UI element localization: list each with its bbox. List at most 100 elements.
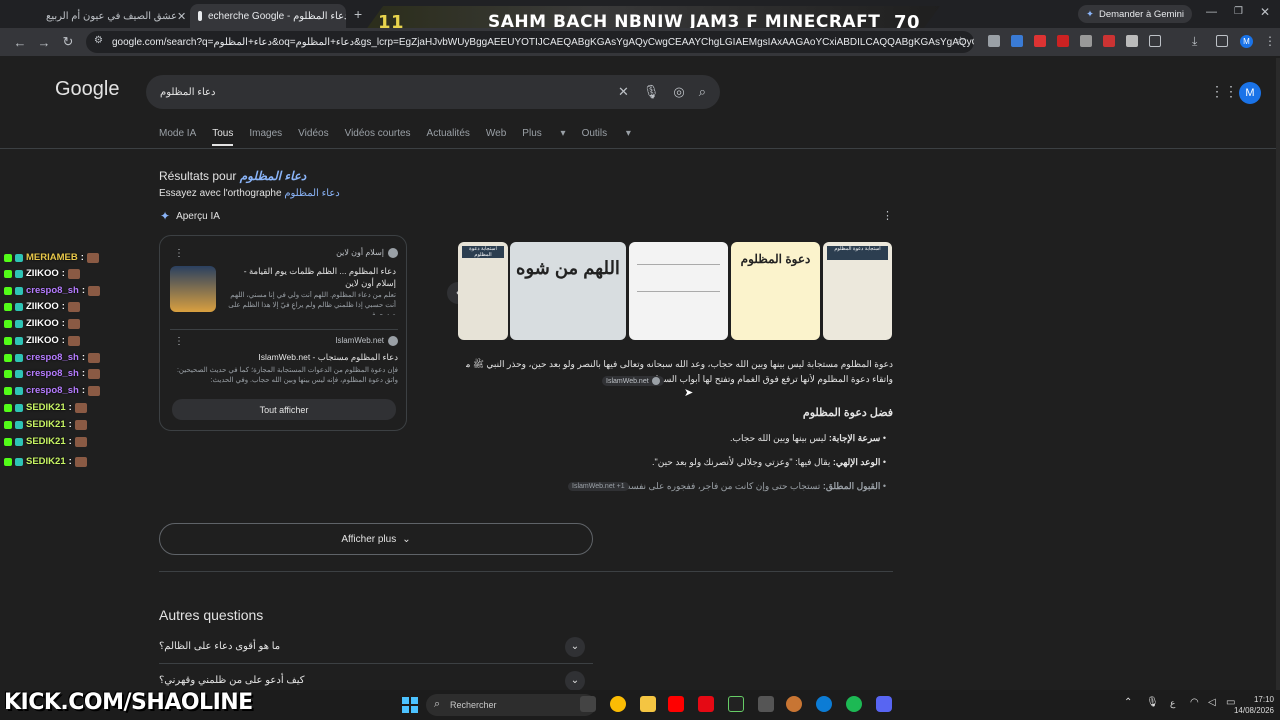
close-window-icon[interactable]: ✕ <box>1260 5 1270 19</box>
close-tab-icon[interactable]: ✕ <box>177 10 186 23</box>
chat-message: ZIIKOO: <box>4 318 80 329</box>
clear-search-icon[interactable]: ✕ <box>618 84 629 100</box>
image-caption: استجابة دعوة المظلوم <box>462 246 504 258</box>
ai-image-thumbnail[interactable]: دعوة المظلوم <box>731 242 820 340</box>
extensions-puzzle-icon[interactable] <box>1149 35 1161 47</box>
source-item[interactable]: ⋮ IslamWeb.net دعاء المظلوم مستجاب - Isl… <box>170 336 398 392</box>
extension-icon[interactable] <box>1034 35 1046 47</box>
show-all-sources-button[interactable]: Tout afficher <box>172 399 396 420</box>
youtube-icon[interactable] <box>668 696 684 712</box>
menu-dots-icon[interactable]: ⋮ <box>1264 34 1276 48</box>
chevron-down-icon[interactable]: ⌄ <box>565 670 585 690</box>
tray-mic-icon[interactable]: 🎙 <box>1146 697 1159 708</box>
browser-tab-google[interactable]: echerche Google - دعاء المظلوم ✕ <box>190 4 346 28</box>
chat-emote-icon <box>87 285 100 296</box>
download-icon[interactable]: ⤓ <box>1192 34 1197 49</box>
search-icon[interactable]: ⌕ <box>699 84 706 100</box>
search-input[interactable]: دعاء المظلوم ✕ 🎙 ◎ ⌕ <box>146 75 720 109</box>
app-icon[interactable] <box>728 696 744 712</box>
tab-more[interactable]: Plus ▾ <box>522 128 565 139</box>
ai-image-thumbnail[interactable]: اللهم من شوه <box>510 242 626 340</box>
chat-message: crespo8_sh: <box>4 352 100 363</box>
gemini-button[interactable]: ✦ Demander à Gemini <box>1078 5 1192 23</box>
netflix-icon[interactable] <box>698 696 714 712</box>
tab-all[interactable]: Tous <box>212 128 234 146</box>
show-more-label: Afficher plus <box>341 533 397 545</box>
google-logo[interactable]: Google <box>55 78 120 101</box>
chevron-down-icon[interactable]: ⌄ <box>565 636 585 657</box>
taskbar-search-box[interactable]: ⌕ Rechercher <box>426 694 596 716</box>
address-bar[interactable]: ⚙ google.com/search?q=دعاء+المظلوم&oq=دع… <box>86 31 974 53</box>
chat-badge-icon <box>4 336 12 345</box>
tab-mode-ia[interactable]: Mode IA <box>159 128 196 139</box>
spotify-icon[interactable] <box>846 696 862 712</box>
reload-icon[interactable]: ↻ <box>56 30 80 54</box>
google-account-avatar[interactable]: M <box>1239 82 1261 104</box>
google-results-page: Google دعاء المظلوم ✕ 🎙 ◎ ⌕ ⋮⋮ M Mode IA… <box>0 58 1276 690</box>
corrected-query-link[interactable]: دعاء المظلوم <box>240 169 307 183</box>
lens-icon[interactable]: ◎ <box>673 84 684 100</box>
ai-sparkle-icon: ✦ <box>160 209 171 223</box>
chat-username: crespo8_sh <box>26 368 79 379</box>
extension-icon[interactable] <box>1103 35 1115 47</box>
source-item[interactable]: ⋮ إسلام أون لاين دعاء المظلوم ... الظلم … <box>170 248 398 330</box>
bookmark-star-icon[interactable]: ☆ <box>955 34 966 48</box>
question-text: ما هو أقوى دعاء على الظالم؟ <box>159 641 281 652</box>
tab-tools[interactable]: Outils ▾ <box>582 128 631 139</box>
chrome-icon[interactable] <box>610 696 626 712</box>
ai-paragraph-line-1: دعوة المظلوم مستجابة ليس بينها وبين الله… <box>466 358 893 372</box>
tab-images[interactable]: Images <box>249 128 282 139</box>
extension-icon[interactable] <box>1080 35 1092 47</box>
source-menu-icon[interactable]: ⋮ <box>174 336 184 347</box>
extension-icon[interactable] <box>988 35 1000 47</box>
apps-grid-icon[interactable]: ⋮⋮ <box>1210 83 1238 100</box>
sidebar-toggle-icon[interactable] <box>1216 35 1228 47</box>
app-icon[interactable] <box>758 696 774 712</box>
page-scrollbar[interactable] <box>1276 58 1280 690</box>
taskbar-clock[interactable]: 17:10 14/08/2026 <box>1226 694 1274 716</box>
profile-avatar[interactable]: M <box>1240 35 1253 48</box>
browser-tab-youtube[interactable]: عشق الصيف في عيون أم الربيع ✕ <box>32 4 188 28</box>
restore-icon[interactable]: ❐ <box>1234 6 1243 17</box>
language-indicator[interactable]: ع <box>1170 698 1175 709</box>
wifi-icon[interactable]: ◠ <box>1190 697 1199 708</box>
app-icon[interactable] <box>786 696 802 712</box>
discord-icon[interactable] <box>876 696 892 712</box>
ai-image-thumbnail[interactable] <box>629 242 728 340</box>
extension-icon[interactable] <box>1057 35 1069 47</box>
question-item[interactable]: ما هو أقوى دعاء على الظالم؟ ⌄ <box>159 630 593 664</box>
back-icon[interactable]: ← <box>8 30 32 54</box>
bullet-text: يقال فيها: "وعزتي وجلالي لأنصرنك ولو بعد… <box>652 457 833 467</box>
chevron-down-icon: ⌄ <box>402 533 411 545</box>
tab-videos[interactable]: Vidéos <box>298 128 328 139</box>
new-tab-icon[interactable]: + <box>354 6 362 22</box>
forward-icon[interactable]: → <box>32 30 56 54</box>
show-more-button[interactable]: Afficher plus ⌄ <box>159 523 593 555</box>
chat-emote-icon <box>87 385 100 396</box>
edge-icon[interactable] <box>816 696 832 712</box>
tray-chevron-icon[interactable]: ⌃ <box>1124 697 1132 708</box>
original-query-link[interactable]: دعاء المظلوم <box>284 188 339 199</box>
chat-badge-icon <box>15 286 23 295</box>
ai-image-thumbnail[interactable]: استجابة دعوة المظلوم <box>823 242 892 340</box>
extension-icon[interactable] <box>1126 35 1138 47</box>
tab-news[interactable]: Actualités <box>427 128 470 139</box>
ai-source-chip[interactable]: IslamWeb.net <box>602 376 664 386</box>
site-info-icon[interactable]: ⚙ <box>94 35 103 46</box>
question-item[interactable]: كيف أدعو على من ظلمني وقهرني؟ ⌄ <box>159 664 593 690</box>
spelling-suggestion-line: Essayez avec l'orthographe دعاء المظلوم <box>159 188 340 199</box>
tab-short-videos[interactable]: Vidéos courtes <box>345 128 411 139</box>
extension-icon[interactable] <box>1011 35 1023 47</box>
ai-overview-menu-icon[interactable]: ⋮ <box>882 209 893 222</box>
task-view-icon[interactable] <box>580 696 596 712</box>
tab-web[interactable]: Web <box>486 128 506 139</box>
windows-start-icon[interactable] <box>402 697 418 713</box>
volume-icon[interactable]: ◁ <box>1208 697 1216 708</box>
bullet-source-chip[interactable]: IslamWeb.net +1 <box>568 482 629 491</box>
file-explorer-icon[interactable] <box>640 696 656 712</box>
microphone-icon[interactable]: 🎙 <box>643 84 660 100</box>
source-menu-icon[interactable]: ⋮ <box>174 248 184 259</box>
minimize-icon[interactable]: — <box>1206 6 1217 18</box>
ai-image-thumbnail[interactable]: استجابة دعوة المظلوم <box>458 242 508 340</box>
chat-separator: : <box>68 456 72 467</box>
